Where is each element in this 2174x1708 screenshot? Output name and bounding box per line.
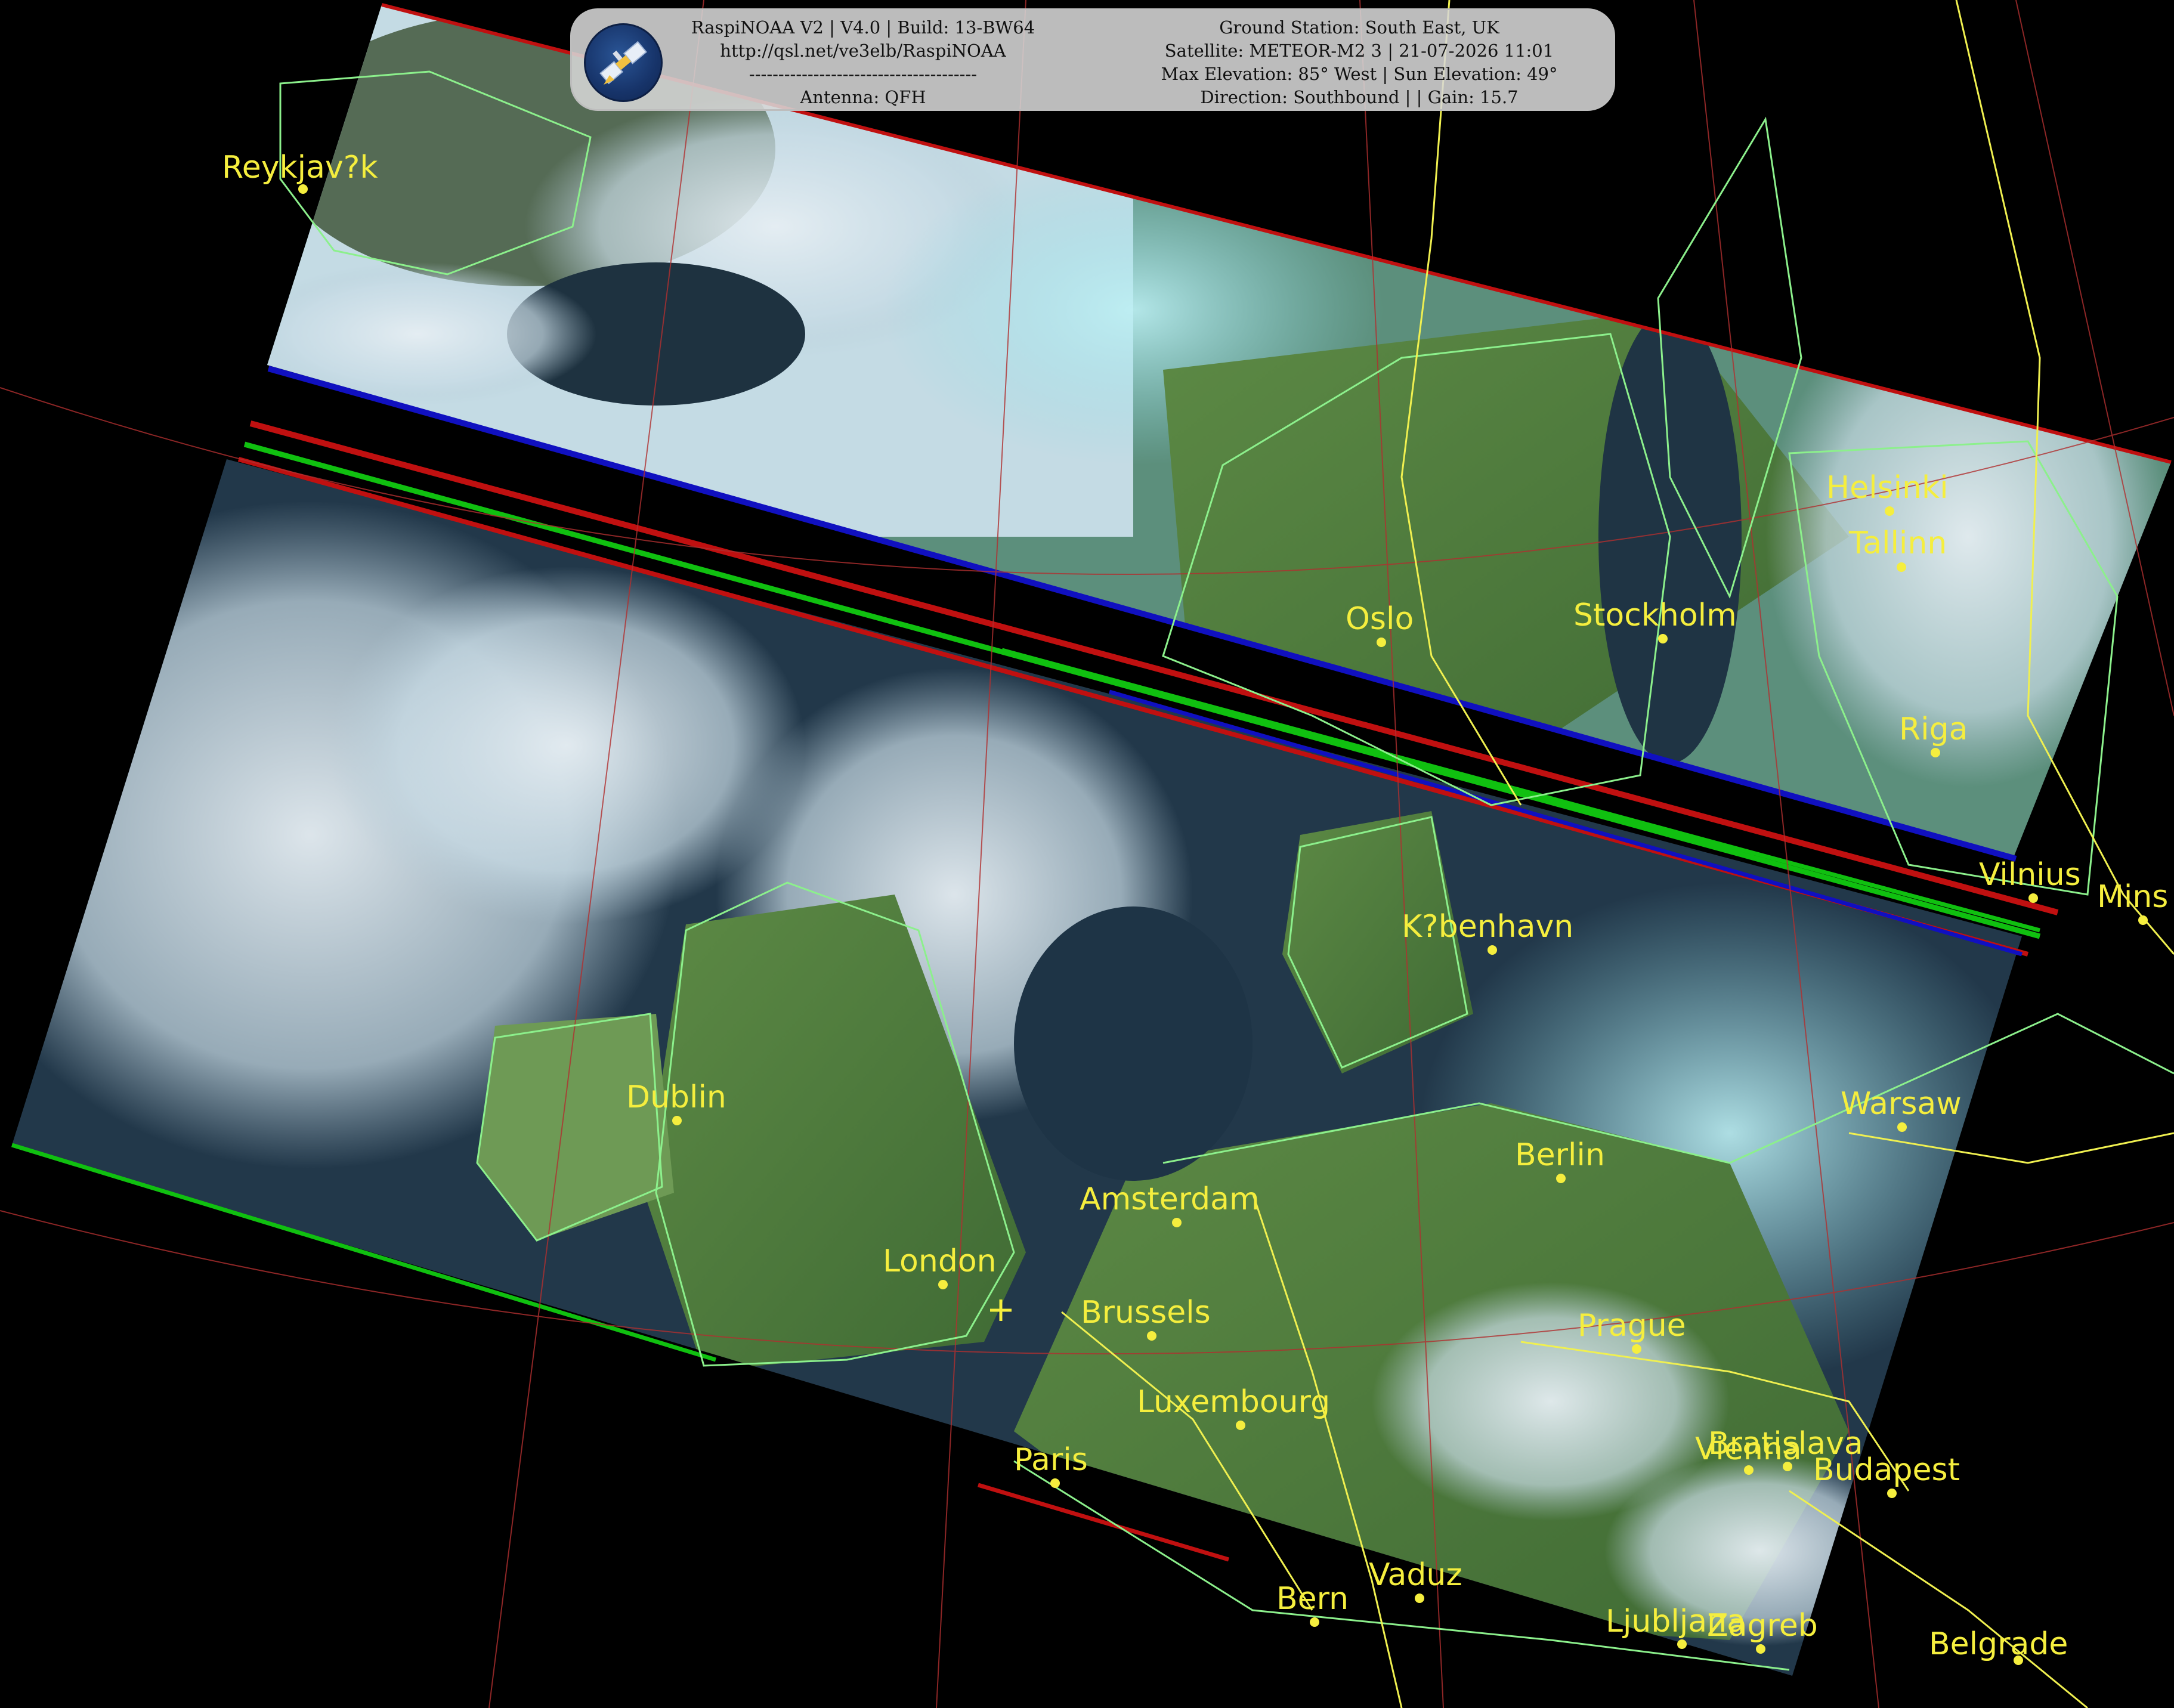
svg-text:Warsaw: Warsaw bbox=[1841, 1086, 1962, 1122]
svg-text:Brussels: Brussels bbox=[1081, 1295, 1211, 1330]
svg-text:Zagreb: Zagreb bbox=[1707, 1608, 1818, 1644]
svg-text:Riga: Riga bbox=[1899, 711, 1968, 747]
svg-text:Dublin: Dublin bbox=[626, 1079, 726, 1115]
svg-text:Vienna: Vienna bbox=[1695, 1431, 1802, 1467]
city-belgrade[interactable]: Belgrade bbox=[1929, 1626, 2068, 1665]
satellite-timestamp: Satellite: METEOR-M2 3 | 21-07-2026 11:0… bbox=[1164, 41, 1554, 61]
pass-details: Ground Station: South East, UK Satellite… bbox=[1121, 16, 1598, 109]
project-url[interactable]: http://qsl.net/ve3elb/RaspiNOAA bbox=[678, 39, 1048, 63]
svg-text:London: London bbox=[883, 1243, 997, 1279]
direction-gain: Direction: Southbound | | Gain: 15.7 bbox=[1200, 87, 1519, 107]
svg-text:Amsterdam: Amsterdam bbox=[1080, 1181, 1260, 1217]
svg-text:Tallinn: Tallinn bbox=[1848, 525, 1947, 561]
svg-text:Stockholm: Stockholm bbox=[1573, 598, 1737, 633]
pass-info-panel: RaspiNOAA V2 | V4.0 | Build: 13-BW64 htt… bbox=[570, 8, 1615, 111]
divider: --------------------------------------- bbox=[749, 64, 978, 84]
svg-text:K?benhavn: K?benhavn bbox=[1402, 909, 1573, 945]
software-version: RaspiNOAA V2 | V4.0 | Build: 13-BW64 bbox=[691, 17, 1035, 38]
svg-text:Vilnius: Vilnius bbox=[1979, 857, 2081, 893]
antenna-info: Antenna: QFH bbox=[800, 87, 926, 107]
svg-text:Budapest: Budapest bbox=[1813, 1452, 1960, 1488]
ground-station: Ground Station: South East, UK bbox=[1219, 17, 1499, 38]
svg-text:Bern: Bern bbox=[1276, 1581, 1349, 1617]
svg-text:Berlin: Berlin bbox=[1515, 1137, 1605, 1173]
svg-text:Belgrade: Belgrade bbox=[1929, 1626, 2068, 1662]
software-info: RaspiNOAA V2 | V4.0 | Build: 13-BW64 htt… bbox=[678, 16, 1048, 109]
elevation-info: Max Elevation: 85° West | Sun Elevation:… bbox=[1161, 64, 1558, 84]
svg-text:Vaduz: Vaduz bbox=[1369, 1557, 1462, 1593]
svg-text:Prague: Prague bbox=[1578, 1308, 1686, 1344]
svg-text:Reykjav?k: Reykjav?k bbox=[222, 150, 378, 185]
svg-text:Luxembourg: Luxembourg bbox=[1137, 1384, 1330, 1420]
svg-text:Oslo: Oslo bbox=[1346, 601, 1414, 637]
satellite-map: Reykjav?k Helsinki Tallinn Oslo Stockhol… bbox=[0, 0, 2174, 1708]
satellite-logo-icon bbox=[584, 23, 663, 102]
svg-text:Helsinki: Helsinki bbox=[1826, 470, 1949, 506]
svg-text:Paris: Paris bbox=[1014, 1442, 1088, 1478]
svg-text:Mins: Mins bbox=[2097, 879, 2168, 915]
